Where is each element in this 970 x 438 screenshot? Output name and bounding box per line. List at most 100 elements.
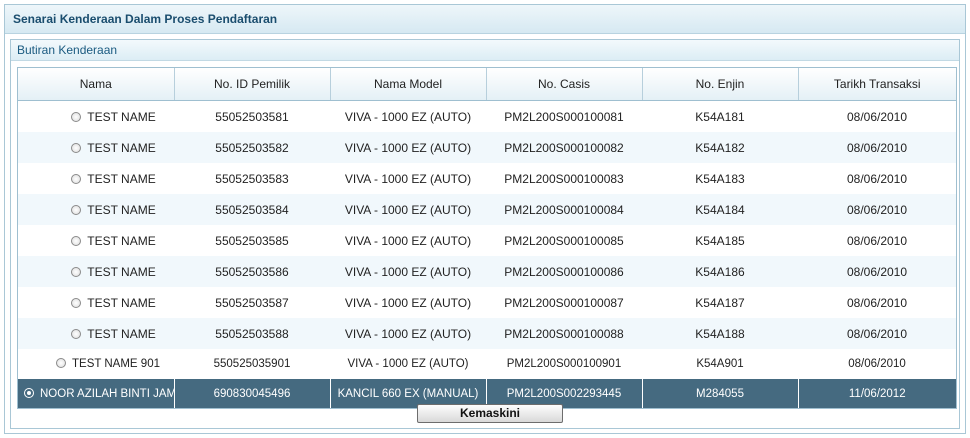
- owner-id-cell: 55052503581: [174, 100, 330, 132]
- kemaskini-button[interactable]: Kemaskini: [417, 404, 563, 423]
- date-cell: 08/06/2010: [798, 349, 956, 379]
- owner-id-cell: 55052503586: [174, 256, 330, 287]
- name-cell: TEST NAME: [18, 287, 174, 318]
- table-row[interactable]: TEST NAME 55052503586 VIVA - 1000 EZ (AUTO…: [18, 256, 956, 287]
- vehicle-details-section: Butiran Kenderaan Nama No. ID Pemilik Na…: [10, 39, 960, 429]
- engine-cell: K54A186: [642, 256, 798, 287]
- owner-id-cell: 55052503584: [174, 194, 330, 225]
- chassis-cell: PM2L200S000100083: [486, 163, 642, 194]
- engine-cell: K54A901: [642, 349, 798, 379]
- vehicle-table: Nama No. ID Pemilik Nama Model No. Casis…: [17, 67, 957, 409]
- owner-id-cell: 55052503582: [174, 132, 330, 163]
- column-header-nama: Nama: [18, 68, 175, 101]
- owner-id-cell: 690830045496: [174, 378, 331, 408]
- model-cell: VIVA - 1000 EZ (AUTO): [330, 194, 486, 225]
- row-select-radio[interactable]: [71, 173, 82, 184]
- engine-cell: K54A188: [642, 318, 798, 349]
- engine-cell: K54A182: [642, 132, 798, 163]
- engine-cell: K54A184: [642, 194, 798, 225]
- table-row[interactable]: TEST NAME 55052503585 VIVA - 1000 EZ (AUTO…: [18, 225, 956, 256]
- owner-name: TEST NAME: [87, 202, 156, 217]
- model-cell: VIVA - 1000 EZ (AUTO): [330, 163, 486, 194]
- owner-id-cell: 55052503588: [174, 318, 330, 349]
- row-select-radio[interactable]: [71, 297, 82, 308]
- owner-name: TEST NAME: [87, 295, 156, 310]
- owner-name: NOOR AZILAH BINTI JAMURI: [40, 387, 174, 400]
- table-header-row: Nama No. ID Pemilik Nama Model No. Casis…: [18, 68, 956, 101]
- chassis-cell: PM2L200S000100086: [486, 256, 642, 287]
- model-cell: VIVA - 1000 EZ (AUTO): [330, 225, 486, 256]
- section-title: Butiran Kenderaan: [11, 40, 959, 61]
- engine-cell: K54A181: [642, 100, 798, 132]
- model-cell: VIVA - 1000 EZ (AUTO): [330, 256, 486, 287]
- name-cell: TEST NAME: [18, 225, 174, 256]
- name-cell: TEST NAME 901: [18, 349, 174, 379]
- row-select-radio[interactable]: [24, 387, 34, 398]
- name-cell: TEST NAME: [18, 163, 174, 194]
- table-row[interactable]: TEST NAME 55052503587 VIVA - 1000 EZ (AUTO…: [18, 287, 956, 318]
- owner-name: TEST NAME: [87, 171, 156, 186]
- owner-id-cell: 55052503585: [174, 225, 330, 256]
- row-select-radio[interactable]: [71, 328, 82, 339]
- date-cell: 08/06/2010: [798, 132, 956, 163]
- owner-name: TEST NAME: [87, 264, 156, 279]
- owner-id-cell: 550525035901: [174, 349, 330, 379]
- chassis-cell: PM2L200S000100087: [486, 287, 642, 318]
- row-select-radio[interactable]: [71, 142, 82, 153]
- name-cell: TEST NAME: [18, 318, 174, 349]
- row-select-radio[interactable]: [71, 204, 82, 215]
- date-cell: 08/06/2010: [798, 318, 956, 349]
- date-cell: 11/06/2012: [798, 378, 956, 408]
- chassis-cell: PM2L200S000100082: [486, 132, 642, 163]
- model-cell: VIVA - 1000 EZ (AUTO): [330, 318, 486, 349]
- chassis-cell: PM2L200S000100088: [486, 318, 642, 349]
- engine-cell: K54A185: [642, 225, 798, 256]
- table-row[interactable]: TEST NAME 55052503581 VIVA - 1000 EZ (AUTO…: [18, 100, 956, 132]
- date-cell: 08/06/2010: [798, 256, 956, 287]
- column-header-model: Nama Model: [330, 68, 487, 101]
- model-cell: VIVA - 1000 EZ (AUTO): [330, 100, 486, 132]
- column-header-engine: No. Enjin: [642, 68, 799, 101]
- owner-name: TEST NAME: [87, 326, 156, 341]
- date-cell: 08/06/2010: [798, 225, 956, 256]
- name-cell: TEST NAME: [18, 132, 174, 163]
- date-cell: 08/06/2010: [798, 100, 956, 132]
- table-row[interactable]: TEST NAME 55052503584 VIVA - 1000 EZ (AUTO…: [18, 194, 956, 225]
- model-cell: VIVA - 1000 EZ (AUTO): [330, 132, 486, 163]
- owner-name: TEST NAME: [87, 140, 156, 155]
- vehicle-registration-panel: Senarai Kenderaan Dalam Proses Pendaftar…: [4, 4, 966, 434]
- owner-id-cell: 55052503587: [174, 287, 330, 318]
- chassis-cell: PM2L200S000100901: [486, 349, 642, 379]
- table-row[interactable]: TEST NAME 901 550525035901 VIVA - 1000 EZ …: [18, 349, 956, 379]
- chassis-cell: PM2L200S000100084: [486, 194, 642, 225]
- date-cell: 08/06/2010: [798, 287, 956, 318]
- owner-id-cell: 55052503583: [174, 163, 330, 194]
- table-row[interactable]: TEST NAME 55052503582 VIVA - 1000 EZ (AUTO…: [18, 132, 956, 163]
- name-cell: TEST NAME: [18, 100, 174, 132]
- model-cell: VIVA - 1000 EZ (AUTO): [330, 349, 486, 379]
- column-header-transaction-date: Tarikh Transaksi: [798, 68, 956, 101]
- table-row[interactable]: TEST NAME 55052503583 VIVA - 1000 EZ (AUTO…: [18, 163, 956, 194]
- date-cell: 08/06/2010: [798, 163, 956, 194]
- row-select-radio[interactable]: [71, 235, 82, 246]
- engine-cell: K54A187: [642, 287, 798, 318]
- owner-name: TEST NAME 901: [72, 357, 160, 370]
- chassis-cell: PM2L200S000100085: [486, 225, 642, 256]
- owner-name: TEST NAME: [87, 109, 156, 124]
- row-select-radio[interactable]: [56, 357, 66, 368]
- engine-cell: K54A183: [642, 163, 798, 194]
- owner-name: TEST NAME: [87, 233, 156, 248]
- chassis-cell: PM2L200S000100081: [486, 100, 642, 132]
- model-cell: VIVA - 1000 EZ (AUTO): [330, 287, 486, 318]
- column-header-chassis: No. Casis: [486, 68, 643, 101]
- engine-cell: M284055: [642, 378, 799, 408]
- name-cell: NOOR AZILAH BINTI JAMURI: [18, 378, 175, 408]
- table-row[interactable]: TEST NAME 55052503588 VIVA - 1000 EZ (AUTO…: [18, 318, 956, 349]
- name-cell: TEST NAME: [18, 194, 174, 225]
- date-cell: 08/06/2010: [798, 194, 956, 225]
- panel-title: Senarai Kenderaan Dalam Proses Pendaftar…: [5, 5, 965, 34]
- column-header-owner-id: No. ID Pemilik: [174, 68, 331, 101]
- row-select-radio[interactable]: [71, 111, 82, 122]
- row-select-radio[interactable]: [71, 266, 82, 277]
- name-cell: TEST NAME: [18, 256, 174, 287]
